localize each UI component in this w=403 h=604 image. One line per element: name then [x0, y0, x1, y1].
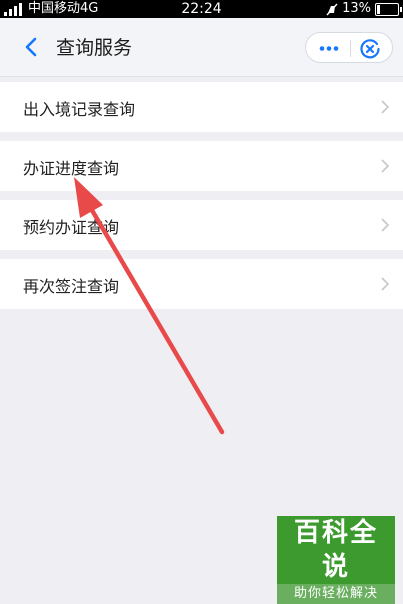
menu-item-label: 预约办证查询: [23, 218, 120, 237]
menu-item-label: 出入境记录查询: [23, 100, 136, 119]
battery-label: 13%: [342, 1, 371, 16]
nav-bar: 查询服务: [0, 18, 403, 77]
menu-item-label: 再次签注查询: [23, 277, 120, 296]
menu-item-endorsement[interactable]: 再次签注查询: [0, 259, 403, 309]
battery-fill: [377, 4, 380, 14]
menu-item-label: 办证进度查询: [23, 159, 120, 178]
service-menu: 出入境记录查询 办证进度查询 预约办证查询 再次签注查询: [0, 82, 403, 318]
mute-icon: [326, 3, 338, 15]
more-icon[interactable]: [316, 40, 342, 57]
capsule-divider: [350, 40, 351, 57]
back-icon[interactable]: [18, 34, 44, 60]
battery-icon: [375, 2, 402, 16]
watermark-logo: 百科全说 助你轻松解决: [277, 516, 395, 604]
chevron-right-icon: [381, 277, 390, 291]
mini-program-capsule: [305, 32, 393, 63]
close-mini-icon[interactable]: [358, 37, 382, 61]
menu-item-application-progress[interactable]: 办证进度查询: [0, 141, 403, 191]
status-right: 13%: [326, 0, 402, 18]
chevron-right-icon: [381, 100, 390, 114]
menu-item-entry-exit-records[interactable]: 出入境记录查询: [0, 82, 403, 132]
chevron-right-icon: [381, 159, 390, 173]
status-bar: 中国移动4G 22:24 13%: [0, 0, 403, 18]
chevron-right-icon: [381, 218, 390, 232]
watermark-title: 百科全说: [277, 516, 395, 584]
watermark-subtitle: 助你轻松解决: [277, 584, 395, 604]
menu-item-appointment[interactable]: 预约办证查询: [0, 200, 403, 250]
page-title: 查询服务: [56, 37, 133, 59]
